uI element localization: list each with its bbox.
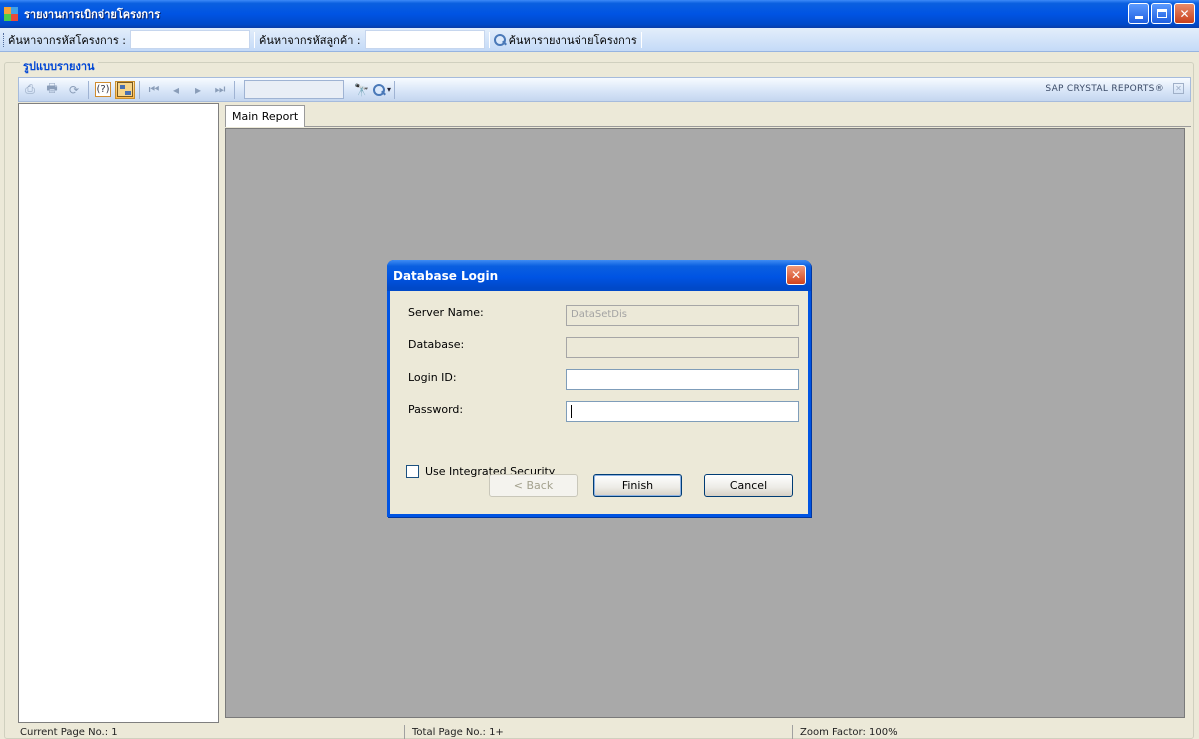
window-titlebar: รายงานการเบิกจ่ายโครงการ ✕: [0, 0, 1199, 28]
refresh-button[interactable]: ⟳: [64, 81, 84, 99]
toggle-group-tree-button[interactable]: [115, 80, 135, 99]
close-icon: ✕: [1179, 6, 1190, 21]
tab-main-report[interactable]: Main Report: [225, 105, 306, 127]
find-button[interactable]: 🔭: [354, 83, 369, 97]
status-divider: [792, 725, 793, 739]
export-button[interactable]: ⎙: [20, 81, 40, 99]
chevron-down-icon: ▾: [386, 85, 391, 94]
back-button[interactable]: < Back: [489, 474, 578, 497]
close-button[interactable]: ✕: [1174, 3, 1195, 24]
login-id-field[interactable]: [566, 369, 799, 390]
total-page-status: Total Page No.: 1+: [412, 727, 504, 738]
close-icon: ✕: [790, 268, 802, 282]
zoom-status: Zoom Factor: 100%: [800, 727, 898, 738]
maximize-button[interactable]: [1151, 3, 1172, 24]
project-code-input[interactable]: [129, 30, 250, 49]
goto-page-input[interactable]: [244, 80, 344, 99]
parameters-button[interactable]: (?): [93, 81, 113, 99]
last-page-icon: ⏭: [214, 82, 226, 96]
refresh-icon: ⟳: [68, 82, 80, 97]
next-page-button[interactable]: ▸: [188, 81, 208, 99]
password-field[interactable]: [566, 401, 799, 422]
checkbox-box[interactable]: [406, 465, 419, 478]
toolbar-separator: [139, 80, 140, 99]
toolbar-separator: [640, 31, 642, 48]
toolbar-separator: [253, 31, 255, 48]
cancel-button[interactable]: Cancel: [704, 474, 793, 497]
group-tree-panel[interactable]: [18, 103, 219, 723]
search-report-label: ค้นหารายงานจ่ายโครงการ: [508, 33, 637, 47]
search-toolbar: ค้นหาจากรหัสโครงการ : ค้นหาจากรหัสลูกค้า…: [0, 28, 1199, 52]
server-name-field: DataSetDis: [566, 305, 799, 326]
close-viewer-button[interactable]: ✕: [1173, 83, 1184, 94]
zoom-icon: [372, 83, 385, 96]
minimize-button[interactable]: [1128, 3, 1149, 24]
window-title: รายงานการเบิกจ่ายโครงการ: [24, 8, 161, 21]
zoom-dropdown[interactable]: ▾: [372, 83, 391, 96]
minimize-icon: [1134, 16, 1143, 19]
previous-page-icon: ◂: [172, 82, 180, 97]
app-icon: [4, 7, 18, 21]
login-id-label: Login ID:: [408, 371, 457, 384]
customer-code-input[interactable]: [364, 30, 485, 49]
maximize-icon: [1156, 9, 1167, 18]
dialog-close-button[interactable]: ✕: [786, 265, 806, 285]
status-divider: [404, 725, 405, 739]
project-code-label: ค้นหาจากรหัสโครงการ :: [8, 33, 126, 47]
print-button[interactable]: 🖶: [42, 81, 62, 99]
next-page-icon: ▸: [194, 82, 202, 97]
dialog-title: Database Login: [387, 260, 811, 291]
search-report-button[interactable]: ค้นหารายงานจ่ายโครงการ: [493, 31, 637, 49]
report-tabstrip: Main Report: [225, 103, 1191, 127]
first-page-button[interactable]: ⏮: [144, 81, 164, 99]
server-name-label: Server Name:: [408, 306, 484, 319]
toolbar-separator: [88, 80, 89, 99]
customer-code-label: ค้นหาจากรหัสลูกค้า :: [258, 33, 361, 47]
print-icon: 🖶: [46, 81, 58, 95]
finish-button[interactable]: Finish: [593, 474, 682, 497]
last-page-button[interactable]: ⏭: [210, 81, 230, 99]
export-icon: ⎙: [25, 82, 35, 96]
close-icon: ✕: [1175, 84, 1182, 93]
toolbar-grip[interactable]: [3, 32, 6, 47]
previous-page-button[interactable]: ◂: [166, 81, 186, 99]
toolbar-separator: [234, 80, 235, 99]
current-page-status: Current Page No.: 1: [20, 727, 118, 738]
text-caret: [571, 405, 572, 418]
report-groupbox-label: รูปแบบรายงาน: [20, 57, 98, 75]
database-label: Database:: [408, 338, 465, 351]
sap-crystal-brand: SAP CRYSTAL REPORTS®: [1045, 84, 1164, 94]
crystal-toolbar: ⎙ 🖶 ⟳ (?) ⏮ ◂ ▸ ⏭ 🔭 ▾ SAP CRYSTAL REPORT…: [18, 77, 1191, 102]
toolbar-separator: [393, 80, 395, 99]
password-label: Password:: [408, 403, 464, 416]
toolbar-separator: [488, 31, 490, 48]
first-page-icon: ⏮: [148, 82, 160, 96]
dialog-body: Server Name: DataSetDis Database: Login …: [390, 291, 808, 514]
status-bar: Current Page No.: 1 Total Page No.: 1+ Z…: [0, 725, 1199, 739]
binoculars-icon: 🔭: [354, 82, 369, 97]
group-tree-icon: [117, 82, 133, 97]
search-icon: [493, 33, 506, 46]
help-icon: (?): [95, 82, 111, 97]
database-login-dialog: Database Login ✕ Server Name: DataSetDis…: [387, 260, 811, 517]
database-field: [566, 337, 799, 358]
